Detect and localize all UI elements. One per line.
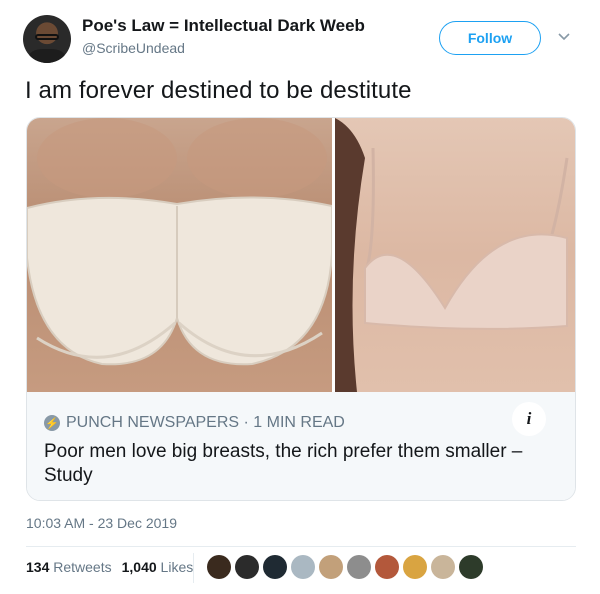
liker-avatar-9[interactable] xyxy=(431,555,455,579)
avatar-shirt xyxy=(29,49,65,63)
liker-avatar-4[interactable] xyxy=(291,555,315,579)
divider xyxy=(26,546,576,547)
likes-stat[interactable]: 1,040 Likes xyxy=(122,559,194,575)
user-avatar[interactable] xyxy=(23,15,71,63)
tweet-timestamp[interactable]: 10:03 AM - 23 Dec 2019 xyxy=(26,515,177,531)
card-source-text: PUNCH NEWSPAPERS · 1 MIN READ xyxy=(66,414,345,431)
card-image-right xyxy=(335,118,575,392)
user-handle[interactable]: @ScribeUndead xyxy=(82,40,185,56)
liker-avatar-1[interactable] xyxy=(207,555,231,579)
liker-avatar-3[interactable] xyxy=(263,555,287,579)
tweet-text: I am forever destined to be destitute xyxy=(25,77,412,104)
display-name[interactable]: Poe's Law = Intellectual Dark Weeb xyxy=(82,16,365,36)
glasses-icon xyxy=(35,34,59,40)
card-headline[interactable]: Poor men love big breasts, the rich pref… xyxy=(44,440,544,488)
card-meta: ⚡ PUNCH NEWSPAPERS · 1 MIN READ Poor men… xyxy=(27,392,575,500)
info-icon[interactable]: i xyxy=(512,402,546,436)
follow-button[interactable]: Follow xyxy=(439,21,541,55)
lightning-icon: ⚡ xyxy=(44,415,60,431)
likes-count: 1,040 xyxy=(121,559,157,575)
card-image-left xyxy=(27,118,332,392)
retweets-label: Retweets xyxy=(53,559,112,575)
likes-label: Likes xyxy=(160,559,194,575)
retweets-count: 134 xyxy=(26,559,50,575)
liker-avatar-5[interactable] xyxy=(319,555,343,579)
liker-avatar-6[interactable] xyxy=(347,555,371,579)
liker-avatar-7[interactable] xyxy=(375,555,399,579)
link-card[interactable]: ⚡ PUNCH NEWSPAPERS · 1 MIN READ Poor men… xyxy=(26,117,576,501)
stats-divider xyxy=(193,553,194,583)
retweets-stat[interactable]: 134 Retweets xyxy=(26,559,112,575)
chevron-down-icon[interactable] xyxy=(556,28,572,44)
tweet-stats: 134 Retweets 1,040 Likes xyxy=(26,559,193,575)
liker-avatars xyxy=(207,555,483,579)
card-source: ⚡ PUNCH NEWSPAPERS · 1 MIN READ xyxy=(44,414,345,432)
liker-avatar-2[interactable] xyxy=(235,555,259,579)
liker-avatar-8[interactable] xyxy=(403,555,427,579)
liker-avatar-10[interactable] xyxy=(459,555,483,579)
